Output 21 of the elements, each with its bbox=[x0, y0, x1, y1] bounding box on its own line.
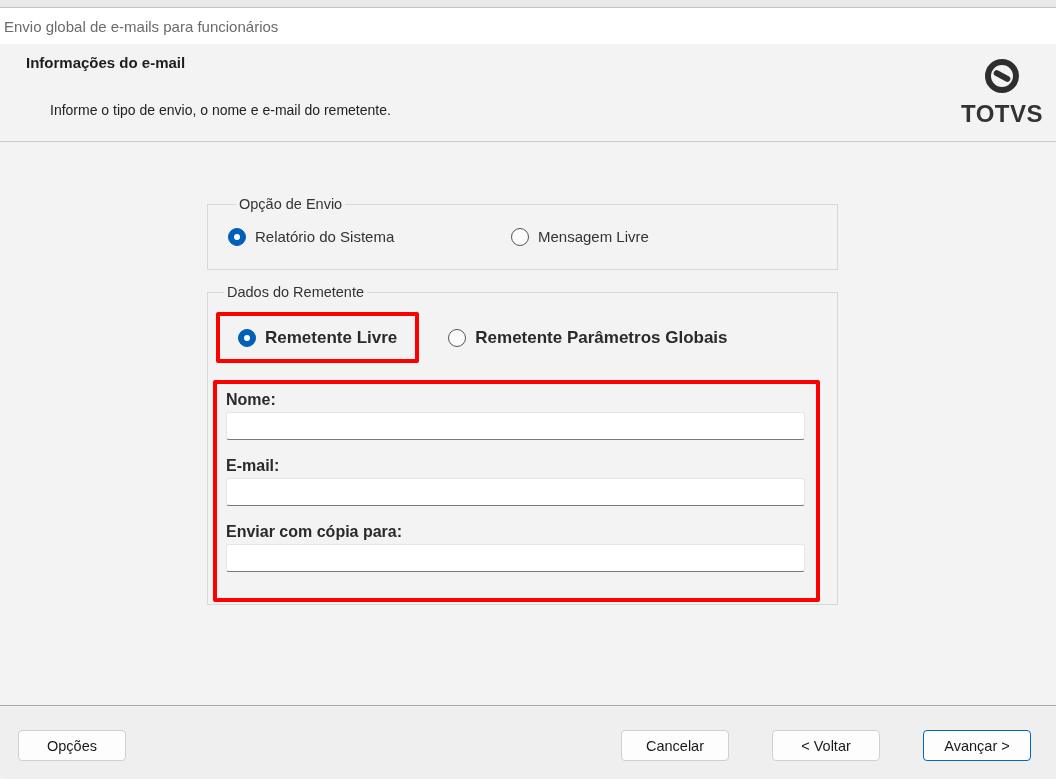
logo-text: TOTVS bbox=[960, 101, 1043, 127]
radio-button[interactable]: Remetente Parâmetros Globais bbox=[448, 328, 728, 347]
input-field[interactable] bbox=[226, 544, 805, 572]
input-field[interactable] bbox=[226, 478, 805, 506]
input-field[interactable] bbox=[226, 412, 805, 440]
field-label: Nome: bbox=[226, 391, 276, 409]
radio-button[interactable]: Mensagem Livre bbox=[511, 227, 649, 247]
logo-icon bbox=[984, 59, 1019, 93]
field-label: E-mail: bbox=[226, 457, 280, 475]
radio-button[interactable]: Relatório do Sistema bbox=[228, 227, 395, 247]
dialog-button[interactable]: < Voltar bbox=[772, 730, 880, 761]
field-label: Enviar com cópia para: bbox=[226, 523, 403, 541]
dialog-button[interactable]: Cancelar bbox=[621, 730, 729, 761]
dialog-button[interactable]: Avançar > bbox=[923, 730, 1031, 761]
page-subtitle: Informe o tipo de envio, o nome e e-mail do remetente. bbox=[50, 101, 391, 119]
page-title: Informações do e-mail bbox=[26, 54, 187, 72]
group-title: Opção de Envio bbox=[238, 195, 344, 213]
group-title: Dados do Remetente bbox=[226, 283, 366, 301]
dialog-button[interactable]: Opções bbox=[18, 730, 126, 761]
window-title: Envio global de e-mails para funcionários bbox=[4, 17, 279, 35]
radio-button[interactable]: Remetente Livre bbox=[238, 328, 398, 347]
